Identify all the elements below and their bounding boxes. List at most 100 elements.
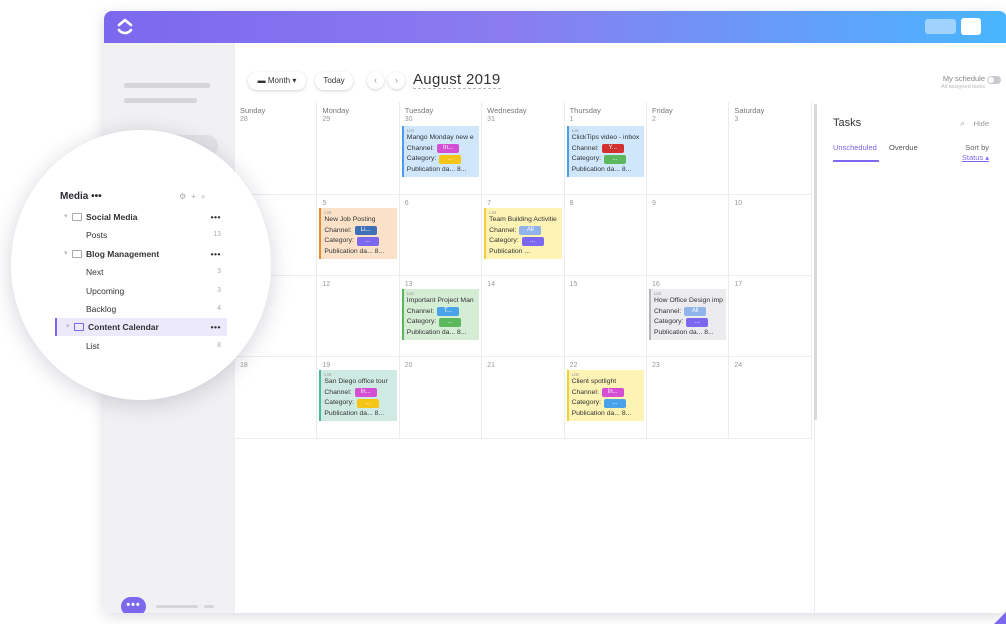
prev-month-button[interactable]: ‹	[367, 72, 384, 89]
clickup-logo-icon[interactable]	[114, 16, 136, 38]
sidebar-item[interactable]: ▾ Content Calendar •••	[55, 318, 227, 337]
sort-by-value[interactable]: Status ▴	[962, 153, 989, 162]
calendar-day-cell[interactable]: 9	[646, 195, 730, 276]
calendar-day-cell[interactable]: Monday 29	[317, 102, 400, 195]
more-options-icon[interactable]: •••	[211, 245, 221, 263]
calendar-day-cell[interactable]: 6	[399, 195, 483, 276]
sidebar-item-label: Backlog	[86, 304, 117, 314]
calendar-icon: ▬	[257, 76, 268, 85]
channel-tag[interactable]: Li...	[354, 226, 377, 236]
sidebar-item[interactable]: Posts 13	[55, 226, 227, 244]
tab-unscheduled[interactable]: Unscheduled	[833, 143, 877, 152]
view-dropdown[interactable]: ▬ Month ▾	[248, 72, 306, 90]
chevron-down-icon[interactable]: ▾	[64, 208, 68, 226]
channel-tag[interactable]: In...	[601, 388, 624, 398]
publication-date: Publication da... 8...	[571, 165, 632, 173]
calendar-day-cell[interactable]: Friday 2	[646, 102, 730, 195]
day-number: 2	[651, 116, 656, 123]
calendar-day-cell[interactable]: 10	[729, 195, 812, 276]
sort-by-label: Sort by	[965, 143, 989, 152]
category-tag[interactable]: ...	[604, 154, 627, 164]
task-card[interactable]: List Client spotlight Channel: In... Categor…	[566, 370, 644, 421]
channel-tag[interactable]: In...	[437, 144, 459, 154]
topbar-button[interactable]	[925, 19, 956, 34]
day-number: 28	[240, 116, 248, 123]
channel-row: Channel: Li...	[324, 226, 394, 237]
sidebar-item[interactable]: Upcoming 3	[55, 282, 227, 300]
category-tag[interactable]: ...	[439, 154, 462, 164]
calendar-day-cell[interactable]: 15	[564, 276, 647, 357]
calendar-day-cell[interactable]: 24	[729, 357, 812, 439]
sidebar-item-label: List	[86, 340, 100, 351]
space-name[interactable]: Media •••	[60, 191, 102, 202]
more-options-icon[interactable]: •••	[211, 318, 221, 336]
task-count: 4	[217, 305, 221, 312]
task-card[interactable]: List Important Project Man Channel: T... Cat…	[401, 289, 480, 340]
tasks-title: Tasks	[833, 117, 862, 129]
calendar-day-cell[interactable]: 20	[399, 357, 483, 439]
calendar-day-cell[interactable]: Saturday 3	[729, 102, 812, 195]
day-number: 30	[404, 116, 413, 123]
task-card[interactable]: List San Diego office tour Channel: In... Ca…	[319, 370, 397, 421]
calendar-day-cell[interactable]: 16 List How Office Design imp Channel: All Ca…	[646, 276, 730, 357]
channel-tag[interactable]: Y...	[601, 144, 624, 154]
task-card[interactable]: List How Office Design imp Channel: All Cate…	[648, 289, 727, 340]
my-schedule-label: My schedule	[942, 74, 985, 83]
corner-decoration	[994, 612, 1006, 624]
sidebar-placeholder-line	[204, 605, 214, 608]
sidebar-item[interactable]: Backlog 4	[55, 300, 227, 318]
chevron-down-icon[interactable]: ▾	[64, 245, 68, 263]
calendar-day-cell[interactable]: 12	[317, 276, 400, 357]
tab-overdue[interactable]: Overdue	[889, 143, 918, 152]
publication-date: Publication da... 8...	[324, 409, 385, 417]
topbar-profile-button[interactable]	[961, 18, 981, 35]
today-button[interactable]: Today	[315, 72, 353, 90]
calendar-day-cell[interactable]: 17	[729, 276, 812, 357]
calendar-day-cell[interactable]: 13 List Important Project Man Channel: T... C…	[399, 276, 483, 357]
channel-tag[interactable]: T...	[437, 307, 459, 317]
task-card[interactable]: List Team Building Activitie Channel: All Ca…	[484, 208, 562, 259]
my-schedule-toggle[interactable]	[987, 76, 1001, 84]
calendar-day-cell[interactable]: Wednesday 31	[482, 102, 565, 195]
category-tag[interactable]: ...	[604, 398, 627, 408]
sidebar-item[interactable]: Next 3	[55, 263, 227, 281]
channel-tag[interactable]: All	[684, 307, 707, 317]
sort-by[interactable]: Sort by Status ▴	[962, 143, 989, 163]
calendar-day-cell[interactable]: Tuesday 30 List Mango Monday new e Channel: I…	[399, 102, 483, 195]
calendar-day-cell[interactable]: 8	[564, 195, 647, 276]
task-card[interactable]: List New Job Posting Channel: Li... Category…	[319, 208, 397, 259]
sidebar-item[interactable]: ▾ Blog Management •••	[55, 245, 227, 263]
search-icon[interactable]: ⌕	[201, 192, 210, 201]
calendar-day-cell[interactable]: 23	[646, 357, 730, 439]
category-tag[interactable]: ...	[439, 317, 462, 327]
chevron-down-icon[interactable]: ▾	[66, 318, 70, 336]
sidebar-item[interactable]: ▾ Social Media •••	[55, 208, 227, 226]
category-tag[interactable]: ...	[356, 398, 379, 408]
chat-icon[interactable]: •••	[121, 597, 146, 613]
sidebar-item[interactable]: List 8	[55, 337, 227, 355]
category-tag[interactable]: ...	[356, 236, 379, 246]
channel-label: Channel:	[571, 144, 599, 152]
category-tag[interactable]: ...	[521, 236, 544, 246]
day-of-week-label: Saturday	[734, 106, 765, 115]
channel-tag[interactable]: In...	[354, 388, 377, 398]
task-card[interactable]: List Mango Monday new e Channel: In... Categ…	[401, 126, 480, 177]
channel-tag[interactable]: All	[519, 226, 542, 236]
plus-icon[interactable]: +	[191, 192, 201, 201]
hide-button[interactable]: Hide	[974, 119, 989, 128]
gear-icon[interactable]: ⚙	[179, 192, 191, 201]
more-options-icon[interactable]: •••	[211, 208, 221, 226]
calendar-day-cell[interactable]: 14	[482, 276, 565, 357]
calendar-day-cell[interactable]: 5 List New Job Posting Channel: Li... Categor…	[317, 195, 400, 276]
calendar-day-cell[interactable]: 19 List San Diego office tour Channel: In...…	[317, 357, 400, 439]
category-tag[interactable]: ...	[686, 317, 709, 327]
next-month-button[interactable]: ›	[388, 72, 405, 89]
calendar-day-cell[interactable]: 7 List Team Building Activitie Channel: All C…	[482, 195, 565, 276]
day-number: 29	[322, 116, 331, 123]
calendar-day-cell[interactable]: 22 List Client spotlight Channel: In... Categ…	[564, 357, 647, 439]
calendar-day-cell[interactable]: Thursday 1 List ClickTips video - inbox Chan…	[564, 102, 647, 195]
task-card[interactable]: List ClickTips video - inbox Channel: Y... C…	[566, 126, 644, 177]
search-icon[interactable]: ⌕	[960, 118, 965, 129]
calendar-scrollbar[interactable]	[814, 104, 817, 420]
calendar-day-cell[interactable]: 21	[482, 357, 565, 439]
